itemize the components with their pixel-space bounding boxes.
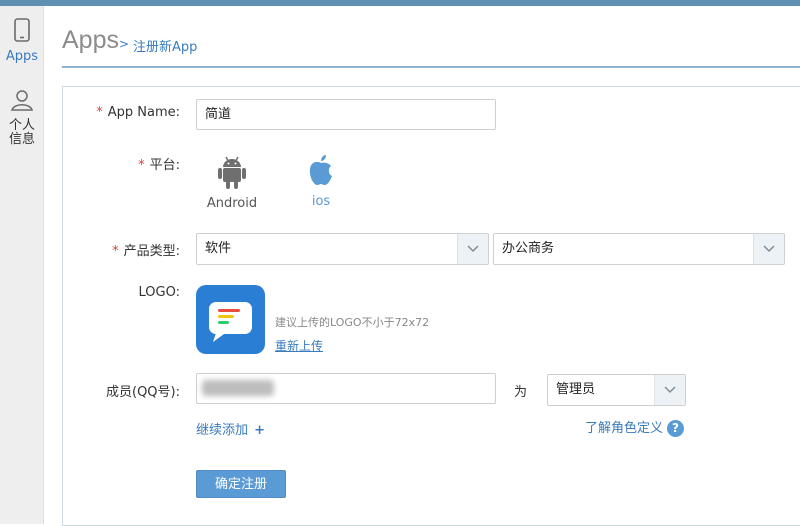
category-primary-select[interactable]: 软件 xyxy=(196,233,489,265)
category-secondary-value: 办公商务 xyxy=(502,241,555,256)
redacted-qq-number xyxy=(202,380,274,396)
page-title: Apps xyxy=(62,26,119,54)
chat-bubble-icon xyxy=(209,302,252,342)
app-logo-image xyxy=(196,285,265,354)
role-value: 管理员 xyxy=(556,382,596,397)
members-label: 成员(QQ号): xyxy=(106,385,180,400)
role-select[interactable]: 管理员 xyxy=(547,374,686,406)
header-divider xyxy=(62,66,800,68)
role-help-link[interactable]: 了解角色定义? xyxy=(585,417,685,437)
platform-label: * 平台: xyxy=(138,158,180,173)
sidebar-item-label: Apps xyxy=(5,49,39,64)
plus-icon: + xyxy=(254,423,266,438)
phone-icon xyxy=(13,18,31,46)
role-as-label: 为 xyxy=(514,385,528,400)
sidebar-item-label: 个人 信息 xyxy=(8,118,35,147)
apple-icon xyxy=(307,155,335,192)
category-primary-value: 软件 xyxy=(205,241,232,256)
platform-android-label: Android xyxy=(206,196,258,211)
logo-label: LOGO: xyxy=(138,285,180,300)
category-secondary-select[interactable]: 办公商务 xyxy=(493,233,785,265)
chevron-down-icon[interactable] xyxy=(457,234,488,264)
platform-ios[interactable]: ios xyxy=(296,154,346,209)
category-label: * 产品类型: xyxy=(112,244,180,259)
form-panel xyxy=(62,86,800,526)
logo-hint-text: 建议上传的LOGO不小于72x72 xyxy=(275,316,430,329)
reupload-link[interactable]: 重新上传 xyxy=(275,337,323,354)
breadcrumb-separator: > xyxy=(119,37,130,51)
android-icon xyxy=(217,156,247,194)
platform-android[interactable]: Android xyxy=(204,154,260,211)
submit-button[interactable]: 确定注册 xyxy=(196,470,286,498)
app-name-input[interactable]: 简道 xyxy=(196,99,496,130)
top-accent-bar xyxy=(0,0,800,6)
app-name-label: * App Name: xyxy=(96,105,180,120)
sidebar-item-apps[interactable]: Apps xyxy=(0,18,44,64)
sidebar-item-profile[interactable]: 个人 信息 xyxy=(0,88,44,147)
chevron-down-icon[interactable] xyxy=(753,234,784,264)
sidebar: Apps 个人 信息 xyxy=(0,6,44,524)
chevron-down-icon[interactable] xyxy=(654,375,685,405)
question-icon[interactable]: ? xyxy=(667,420,685,437)
user-icon xyxy=(10,90,34,116)
platform-ios-label: ios xyxy=(311,194,331,209)
add-member-link[interactable]: 继续添加 + xyxy=(196,419,265,438)
breadcrumb[interactable]: 注册新App xyxy=(133,36,197,55)
